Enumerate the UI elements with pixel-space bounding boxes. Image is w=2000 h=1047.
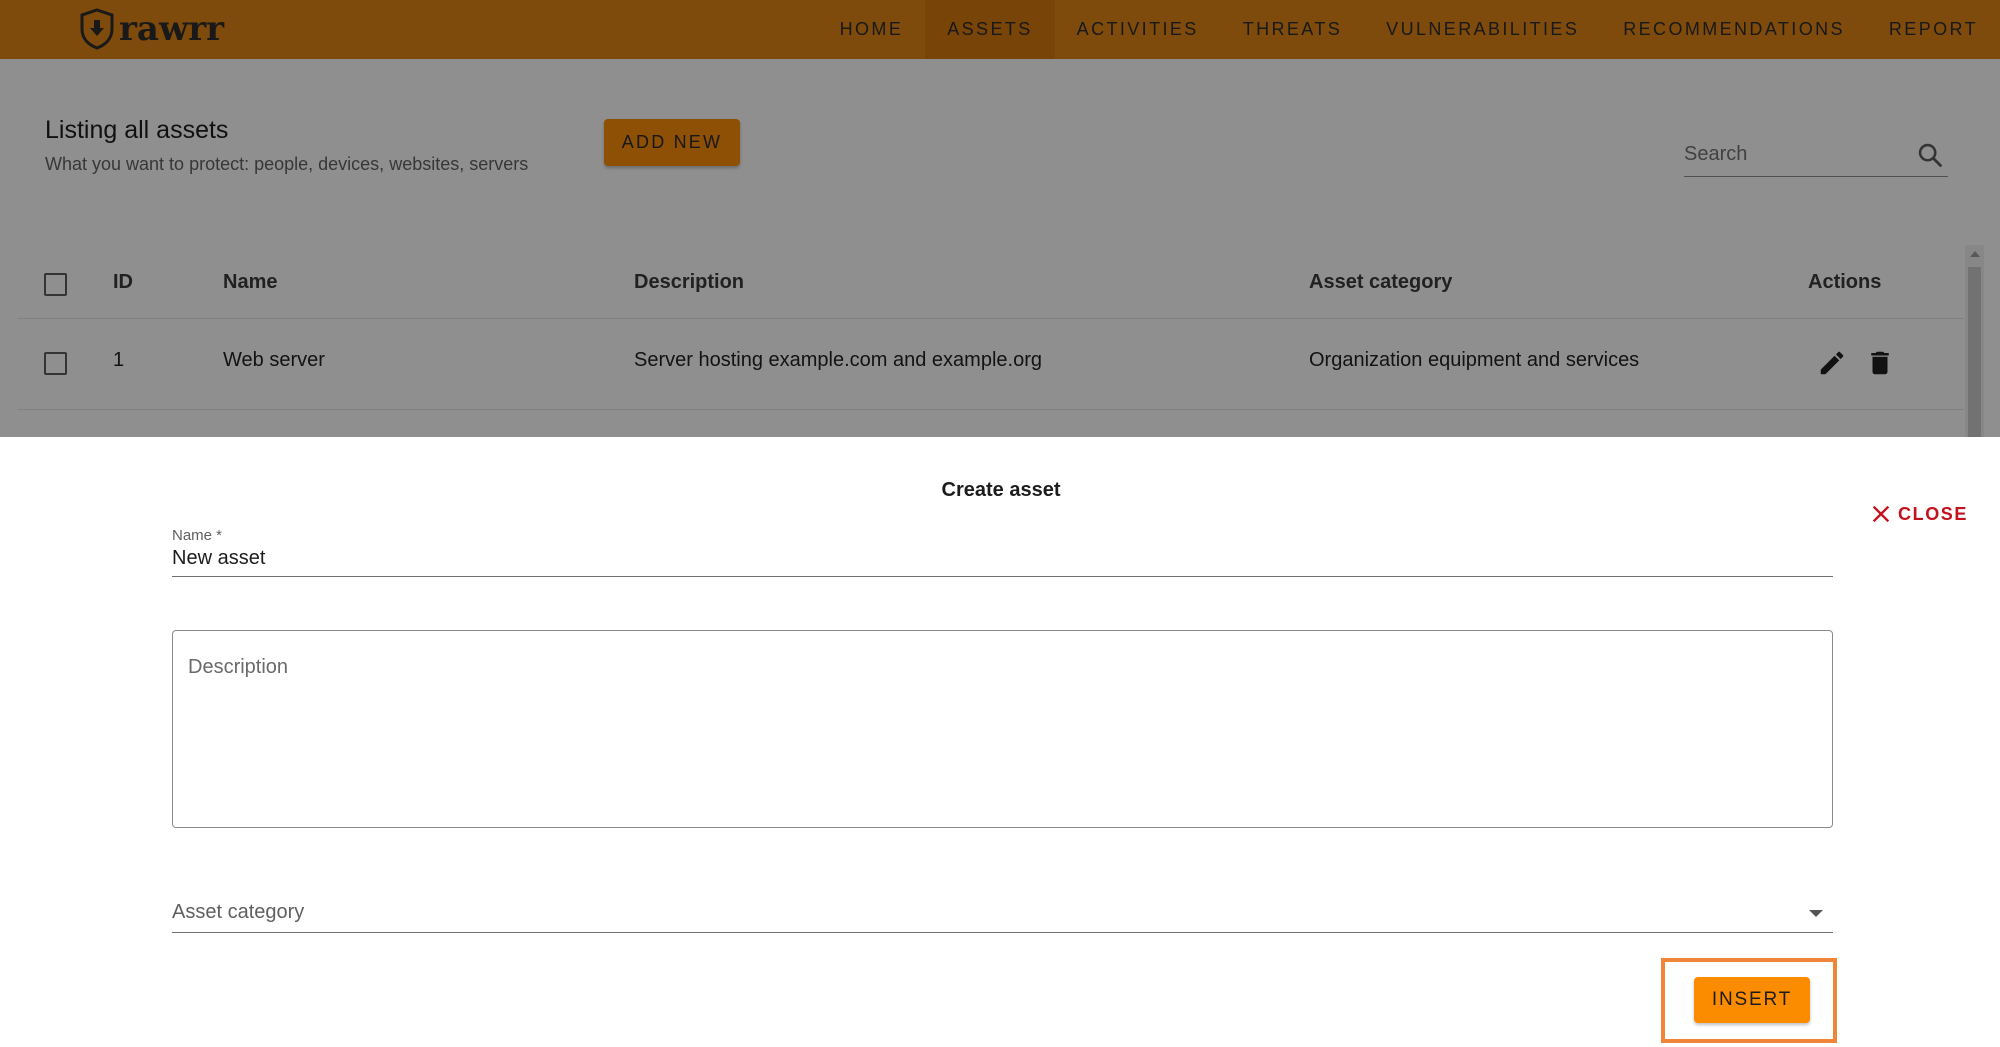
close-button[interactable]: CLOSE: [1870, 500, 1968, 528]
nav-report[interactable]: REPORT: [1867, 0, 2000, 59]
description-placeholder: Description: [188, 656, 289, 678]
nav-recommendations[interactable]: RECOMMENDATIONS: [1601, 0, 1867, 59]
row-description: Server hosting example.com and example.o…: [634, 349, 1042, 371]
app-bar: rawrr HOME ASSETS ACTIVITIES THREATS VUL…: [0, 0, 2000, 59]
header-actions: Actions: [1808, 271, 1882, 293]
delete-icon[interactable]: [1865, 348, 1895, 378]
table-row[interactable]: 1 Web server Server hosting example.com …: [18, 319, 1964, 410]
scroll-up-arrow-icon[interactable]: [1970, 251, 1980, 257]
logo-text: rawrr: [119, 9, 225, 49]
dropdown-arrow-icon[interactable]: [1809, 910, 1823, 917]
name-field[interactable]: Name * New asset: [172, 527, 1833, 577]
header-asset-category[interactable]: Asset category: [1309, 271, 1452, 294]
edit-icon[interactable]: [1817, 348, 1847, 378]
add-new-button[interactable]: ADD NEW: [604, 119, 740, 166]
row-id: 1: [113, 349, 125, 371]
scroll-thumb[interactable]: [1968, 267, 1981, 437]
select-all-checkbox[interactable]: [44, 273, 67, 296]
insert-button[interactable]: INSERT: [1694, 977, 1810, 1023]
name-input[interactable]: New asset: [172, 547, 265, 570]
row-category: Organization equipment and services: [1309, 349, 1640, 371]
nav-activities[interactable]: ACTIVITIES: [1055, 0, 1221, 59]
table-header: ID Name Description Asset category Actio…: [18, 252, 1964, 319]
nav-home[interactable]: HOME: [818, 0, 926, 59]
main-nav: HOME ASSETS ACTIVITIES THREATS VULNERABI…: [818, 0, 2000, 59]
table-scrollbar[interactable]: [1965, 245, 1984, 437]
assets-page: Listing all assets What you want to prot…: [0, 59, 2000, 437]
close-label: CLOSE: [1898, 503, 1969, 524]
rawrr-logo[interactable]: rawrr: [79, 7, 224, 51]
header-description[interactable]: Description: [634, 271, 744, 294]
asset-category-placeholder: Asset category: [172, 901, 305, 923]
header-name[interactable]: Name: [223, 271, 277, 294]
row-name: Web server: [223, 349, 325, 371]
search-icon[interactable]: [1916, 141, 1944, 169]
header-id[interactable]: ID: [113, 271, 133, 294]
shield-logo-icon: [80, 8, 114, 50]
search-placeholder: Search: [1684, 143, 1748, 165]
nav-assets[interactable]: ASSETS: [925, 0, 1055, 59]
asset-category-select[interactable]: Asset category: [172, 895, 1833, 933]
search-field[interactable]: Search: [1684, 137, 1948, 177]
page-title: Listing all assets: [45, 116, 229, 144]
dialog-title: Create asset: [941, 479, 1061, 501]
name-label: Name *: [172, 527, 223, 544]
nav-vulnerabilities[interactable]: VULNERABILITIES: [1364, 0, 1601, 59]
row-checkbox[interactable]: [44, 352, 67, 375]
nav-threats[interactable]: THREATS: [1221, 0, 1364, 59]
page-subtitle: What you want to protect: people, device…: [45, 154, 529, 174]
close-icon: [1872, 505, 1890, 523]
description-textarea[interactable]: Description: [172, 630, 1833, 828]
create-asset-dialog: Create asset CLOSE Name * New asset Desc…: [0, 437, 2000, 1047]
